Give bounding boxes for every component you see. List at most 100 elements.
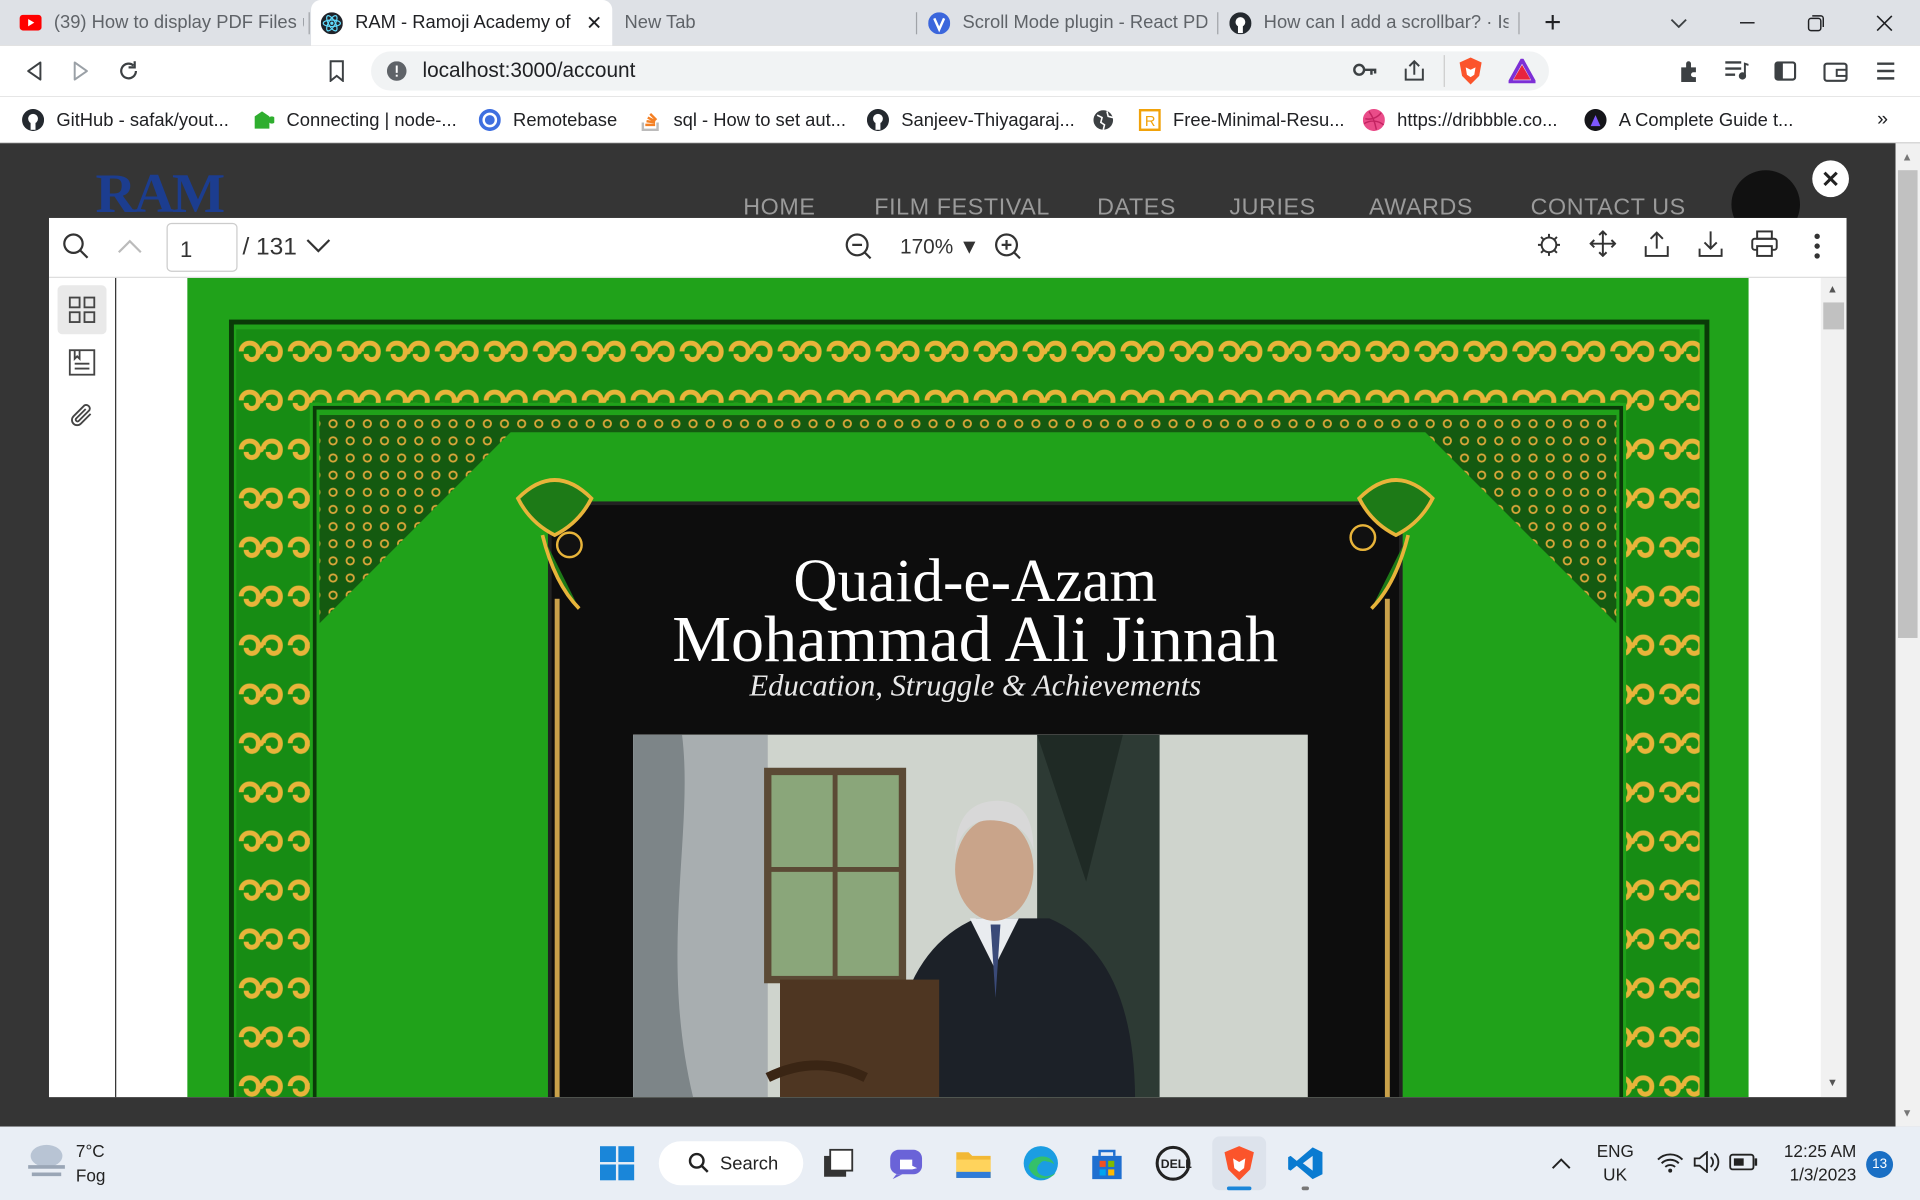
bookmark-icon[interactable] [315, 45, 359, 96]
page-scrollbar[interactable]: ▲ ▼ [1895, 143, 1920, 1127]
minimize-icon[interactable] [1717, 0, 1778, 45]
tab-ram-academy[interactable]: RAM - Ramoji Academy of ✕ [311, 0, 613, 46]
portrait-image [633, 734, 1308, 1098]
microsoft-store-icon[interactable] [1080, 1136, 1134, 1190]
bookmark-item[interactable]: https://dribbble.co... [1362, 97, 1557, 144]
weather-desc[interactable]: Fog [76, 1166, 106, 1186]
extensions-icon[interactable] [1668, 45, 1712, 96]
bookmark-item[interactable]: A Complete Guide t... [1584, 97, 1793, 144]
next-page-icon[interactable] [306, 238, 331, 260]
restore-icon[interactable] [1785, 0, 1846, 45]
browser-toolbar: localhost:3000/account [0, 45, 1920, 97]
youtube-icon [19, 12, 42, 34]
pdf-page-view[interactable]: Quaid-e-Azam Mohammad Ali Jinnah Educati… [116, 277, 1847, 1098]
forward-icon[interactable] [59, 45, 103, 96]
zoom-dropdown[interactable]: 170% ▼ [900, 235, 980, 259]
github-icon [866, 108, 889, 132]
fullscreen-icon[interactable] [1589, 230, 1617, 263]
search-icon[interactable] [62, 233, 89, 266]
stackoverflow-icon [639, 109, 661, 132]
zoom-in-icon[interactable] [994, 233, 1021, 266]
task-view-icon[interactable] [812, 1136, 866, 1190]
guide-icon [1584, 108, 1607, 132]
globe-icon [1092, 109, 1114, 131]
book-cover: Quaid-e-Azam Mohammad Ali Jinnah Educati… [187, 277, 1749, 1098]
zoom-out-icon[interactable] [845, 233, 872, 266]
pdf-scrollbar[interactable]: ▲ ▼ [1820, 277, 1847, 1098]
vscode-icon[interactable] [1278, 1136, 1332, 1191]
notification-badge[interactable]: 13 [1866, 1151, 1894, 1178]
brave-taskbar-icon[interactable] [1212, 1136, 1267, 1191]
close-tab-icon[interactable]: ✕ [586, 10, 602, 34]
page-number-input[interactable]: 1 [166, 222, 238, 272]
tab-github-issue[interactable]: How can I add a scrollbar? · Iss [1220, 0, 1514, 45]
fog-icon[interactable] [24, 1141, 68, 1184]
menu-icon[interactable] [1864, 45, 1908, 96]
bookmark-item[interactable]: Connecting | node-... [252, 97, 457, 144]
github-icon [22, 108, 45, 132]
site-logo[interactable]: RAM [96, 160, 226, 225]
key-icon[interactable] [1353, 61, 1377, 84]
tab-new-tab[interactable]: New Tab [615, 0, 909, 45]
more-bookmarks-icon[interactable]: » [1877, 97, 1888, 144]
react-icon [320, 11, 343, 34]
cover-subtitle: Education, Struggle & Achievements [749, 669, 1202, 703]
wallet-icon[interactable] [1813, 45, 1857, 96]
previous-page-icon[interactable] [117, 238, 142, 260]
wifi-icon[interactable] [1657, 1151, 1684, 1179]
show-hidden-icons-chevron-icon[interactable] [1551, 1153, 1571, 1175]
tab-search-chevron-icon[interactable] [1648, 0, 1709, 45]
bookmark-item[interactable] [1092, 97, 1126, 144]
new-tab-icon[interactable]: + [1522, 0, 1583, 45]
print-icon[interactable] [1751, 230, 1778, 263]
bookmark-item[interactable]: Sanjeev-Thiyagaraj... [866, 97, 1075, 144]
media-queue-icon[interactable] [1714, 45, 1758, 96]
open-file-icon[interactable] [1644, 230, 1669, 263]
start-icon[interactable] [590, 1136, 644, 1190]
svg-text:R: R [1145, 114, 1156, 130]
v-icon [928, 11, 951, 34]
theme-icon[interactable] [1537, 233, 1561, 264]
tab-strip: (39) How to display PDF Files u RAM - Ra… [0, 0, 1920, 46]
weather-temp[interactable]: 7°C [76, 1141, 105, 1161]
address-bar[interactable]: localhost:3000/account [371, 51, 1549, 92]
dell-icon[interactable]: DELL [1146, 1136, 1200, 1190]
sidebar-icon[interactable] [1763, 45, 1807, 96]
share-icon[interactable] [1402, 59, 1426, 90]
volume-icon[interactable] [1693, 1150, 1720, 1179]
attachment-icon[interactable] [69, 403, 96, 436]
remotebase-icon [478, 108, 501, 132]
windows-taskbar: 7°C Fog Search DELL ENG UK 12:25 AM 1/3/20… [0, 1126, 1920, 1200]
node-icon [252, 109, 275, 131]
more-options-icon[interactable] [1813, 233, 1820, 266]
thumbnails-icon[interactable] [57, 285, 107, 335]
reload-icon[interactable] [107, 45, 151, 96]
brave-shield-icon[interactable] [1457, 56, 1484, 92]
back-icon[interactable] [12, 45, 56, 96]
bookmark-item[interactable]: GitHub - safak/yout... [22, 97, 229, 144]
tab-youtube[interactable]: (39) How to display PDF Files u [10, 0, 304, 45]
dribbble-icon [1362, 108, 1385, 132]
taskbar-search[interactable]: Search [658, 1141, 804, 1186]
pdf-toolbar: 1 / 131 170% ▼ [48, 217, 1847, 278]
close-window-icon[interactable] [1854, 0, 1915, 45]
edge-icon[interactable] [1014, 1136, 1068, 1190]
resume-icon: R [1138, 108, 1161, 132]
url-text: localhost:3000/account [422, 58, 636, 83]
download-icon[interactable] [1698, 230, 1723, 263]
bookmarks-list-icon[interactable] [68, 349, 96, 382]
file-explorer-icon[interactable] [947, 1136, 1001, 1190]
close-modal-button[interactable] [1812, 160, 1849, 198]
battery-icon[interactable] [1729, 1153, 1758, 1176]
brave-rewards-icon[interactable] [1506, 56, 1538, 90]
teams-chat-icon[interactable] [879, 1136, 933, 1190]
cover-title-line2: Mohammad Ali Jinnah [672, 602, 1279, 676]
bookmark-item[interactable]: Remotebase [478, 97, 617, 144]
clock[interactable]: 12:25 AM 1/3/2023 [1776, 1141, 1856, 1184]
close-icon [1823, 171, 1838, 186]
tab-scroll-mode[interactable]: Scroll Mode plugin - React PDF [918, 0, 1212, 45]
info-icon[interactable] [386, 61, 407, 87]
bookmark-item[interactable]: R Free-Minimal-Resu... [1138, 97, 1345, 144]
bookmark-item[interactable]: sql - How to set aut... [639, 97, 846, 144]
language-indicator[interactable]: ENG UK [1597, 1141, 1634, 1184]
